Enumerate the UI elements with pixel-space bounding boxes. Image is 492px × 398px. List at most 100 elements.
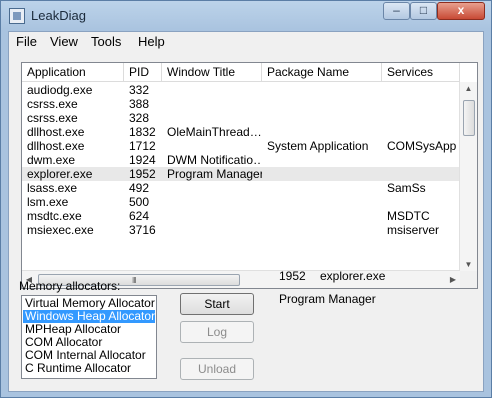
table-row[interactable]: csrss.exe 328 bbox=[22, 111, 460, 125]
cell-package-name bbox=[262, 153, 382, 167]
table-row[interactable]: explorer.exe 1952 Program Manager bbox=[22, 167, 460, 181]
table-row[interactable]: audiodg.exe 332 bbox=[22, 83, 460, 97]
vertical-scroll-thumb[interactable] bbox=[463, 100, 475, 136]
minimize-button[interactable]: – bbox=[383, 2, 410, 20]
table-row[interactable]: lsass.exe 492 SamSs bbox=[22, 181, 460, 195]
selected-window-title: Program Manager bbox=[279, 292, 376, 306]
cell-window-title bbox=[162, 97, 262, 111]
scroll-right-icon[interactable]: ▶ bbox=[446, 271, 460, 288]
cell-pid: 500 bbox=[129, 195, 150, 209]
cell-services bbox=[382, 167, 460, 181]
title-bar[interactable]: LeakDiag – □ x bbox=[1, 1, 491, 31]
cell-services: MSDTC bbox=[387, 209, 430, 223]
window-title: LeakDiag bbox=[31, 8, 86, 23]
cell-pid: 492 bbox=[129, 181, 150, 195]
cell-application: audiodg.exe bbox=[27, 83, 93, 97]
cell-services: msiserver bbox=[387, 223, 440, 237]
cell-package-name: System Application bbox=[267, 139, 369, 153]
cell-application: csrss.exe bbox=[27, 111, 78, 125]
cell-services bbox=[382, 83, 460, 97]
leakdiag-window: LeakDiag – □ x File View Tools Help Appl… bbox=[0, 0, 492, 398]
cell-window-title: DWM Notificatio… bbox=[167, 153, 262, 167]
cell-pid: 328 bbox=[129, 111, 150, 125]
process-list[interactable]: Application PID Window Title Package Nam… bbox=[21, 62, 478, 289]
start-button[interactable]: Start bbox=[180, 293, 254, 315]
cell-application: dllhost.exe bbox=[27, 125, 85, 139]
column-pid[interactable]: PID bbox=[124, 63, 162, 82]
cell-services bbox=[382, 125, 460, 139]
selected-exe: explorer.exe bbox=[320, 269, 386, 283]
cell-application: csrss.exe bbox=[27, 97, 78, 111]
unload-button[interactable]: Unload bbox=[180, 358, 254, 380]
cell-services: COMSysApp bbox=[387, 139, 457, 153]
cell-pid: 332 bbox=[129, 83, 150, 97]
cell-window-title bbox=[162, 83, 262, 97]
cell-application: lsass.exe bbox=[27, 181, 78, 195]
menu-bar: File View Tools Help bbox=[9, 32, 483, 52]
client-area: File View Tools Help Application PID Win… bbox=[8, 31, 484, 392]
table-row[interactable]: lsm.exe 500 bbox=[22, 195, 460, 209]
cell-window-title bbox=[162, 181, 262, 195]
cell-services bbox=[382, 111, 460, 125]
cell-package-name bbox=[262, 181, 382, 195]
app-icon bbox=[9, 8, 25, 24]
cell-window-title bbox=[162, 139, 262, 153]
cell-pid: 3716 bbox=[129, 223, 156, 237]
table-row[interactable]: msiexec.exe 3716 msiserver bbox=[22, 223, 460, 237]
cell-services: SamSs bbox=[387, 181, 426, 195]
cell-pid: 1924 bbox=[129, 153, 156, 167]
cell-pid: 1832 bbox=[129, 125, 156, 139]
table-row[interactable]: csrss.exe 388 bbox=[22, 97, 460, 111]
log-button[interactable]: Log bbox=[180, 321, 254, 343]
cell-package-name bbox=[262, 111, 382, 125]
cell-package-name bbox=[262, 97, 382, 111]
cell-application: explorer.exe bbox=[27, 167, 93, 181]
column-package-name[interactable]: Package Name bbox=[262, 63, 382, 82]
allocator-list[interactable]: Virtual Memory Allocator Windows Heap All… bbox=[21, 295, 157, 379]
column-window-title[interactable]: Window Title bbox=[162, 63, 262, 82]
scroll-down-icon[interactable]: ▼ bbox=[460, 258, 477, 272]
cell-services bbox=[382, 195, 460, 209]
vertical-scrollbar[interactable]: ▲ ▼ bbox=[459, 82, 477, 272]
cell-window-title bbox=[162, 111, 262, 125]
grip-icon: III bbox=[132, 276, 137, 285]
cell-application: dwm.exe bbox=[27, 153, 76, 167]
cell-pid: 624 bbox=[129, 209, 150, 223]
menu-help[interactable]: Help bbox=[136, 34, 167, 49]
table-row[interactable]: msdtc.exe 624 MSDTC bbox=[22, 209, 460, 223]
cell-window-title bbox=[162, 195, 262, 209]
table-row[interactable]: dwm.exe 1924 DWM Notificatio… bbox=[22, 153, 460, 167]
cell-services bbox=[382, 97, 460, 111]
table-row[interactable]: dllhost.exe 1712 System Application COMSysA… bbox=[22, 139, 460, 153]
cell-pid: 388 bbox=[129, 97, 150, 111]
scrollbar-corner bbox=[460, 271, 477, 288]
process-list-header: Application PID Window Title Package Nam… bbox=[22, 63, 477, 82]
cell-application: msiexec.exe bbox=[27, 223, 94, 237]
cell-application: lsm.exe bbox=[27, 195, 69, 209]
cell-package-name bbox=[262, 125, 382, 139]
menu-tools[interactable]: Tools bbox=[89, 34, 123, 49]
cell-pid: 1712 bbox=[129, 139, 156, 153]
close-button[interactable]: x bbox=[437, 2, 485, 20]
scroll-up-icon[interactable]: ▲ bbox=[460, 82, 477, 96]
cell-package-name bbox=[262, 209, 382, 223]
cell-window-title: Program Manager bbox=[167, 167, 262, 181]
menu-view[interactable]: View bbox=[48, 34, 80, 49]
cell-package-name bbox=[262, 83, 382, 97]
allocator-item[interactable]: C Runtime Allocator bbox=[23, 362, 155, 375]
cell-services bbox=[382, 153, 460, 167]
maximize-button[interactable]: □ bbox=[410, 2, 437, 20]
cell-pid: 1952 bbox=[129, 167, 156, 181]
cell-package-name bbox=[262, 223, 382, 237]
cell-window-title bbox=[162, 223, 262, 237]
selected-pid: 1952 bbox=[279, 269, 306, 283]
menu-file[interactable]: File bbox=[14, 34, 39, 49]
cell-application: msdtc.exe bbox=[27, 209, 82, 223]
cell-window-title bbox=[162, 209, 262, 223]
column-services[interactable]: Services bbox=[382, 63, 460, 82]
cell-application: dllhost.exe bbox=[27, 139, 85, 153]
cell-package-name bbox=[262, 167, 382, 181]
allocators-label: Memory allocators: bbox=[19, 279, 121, 293]
column-application[interactable]: Application bbox=[22, 63, 124, 82]
table-row[interactable]: dllhost.exe 1832 OleMainThread… bbox=[22, 125, 460, 139]
